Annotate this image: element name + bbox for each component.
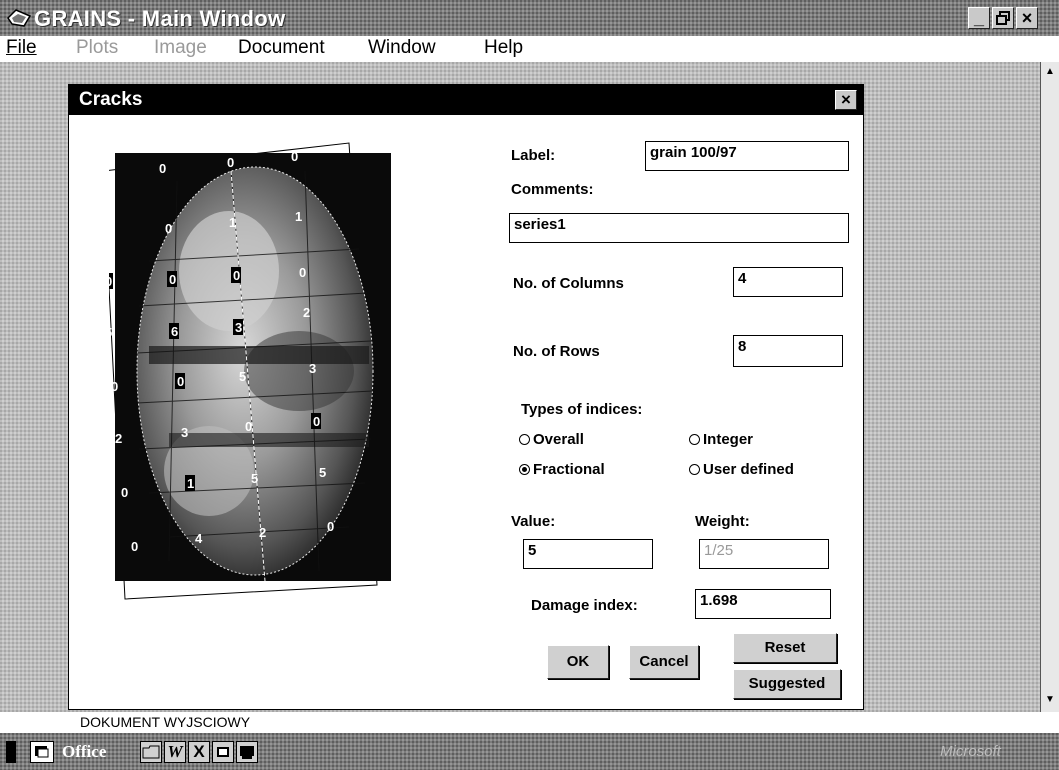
grid-label: 2 xyxy=(303,305,310,320)
scroll-down-icon[interactable]: ▼ xyxy=(1042,692,1058,708)
grid-label: 1 xyxy=(295,209,302,224)
main-title-bar[interactable]: GRAINS - Main Window _ × xyxy=(0,0,1059,36)
damage-caption: Damage index: xyxy=(531,597,638,614)
status-bar: DOKUMENT WYJSCIOWY xyxy=(0,712,1059,732)
grid-label: 5 xyxy=(319,465,326,480)
close-icon[interactable]: × xyxy=(1016,7,1038,29)
menu-help[interactable]: Help xyxy=(484,37,523,59)
status-text: DOKUMENT WYJSCIOWY xyxy=(80,714,251,730)
app-icon[interactable] xyxy=(6,8,32,28)
grid-label: 5 xyxy=(251,471,258,486)
grid-label: 0 xyxy=(291,149,298,164)
dialog-title-bar[interactable]: Cracks × xyxy=(69,85,863,115)
cracks-dialog: Cracks × 0 0 0 0 1 1 0 0 0 6 3 2 0 0 5 3… xyxy=(68,84,864,710)
grid-label: 3 xyxy=(181,425,188,440)
excel-icon[interactable]: X xyxy=(188,741,210,763)
microsoft-logo: Microsoft xyxy=(940,743,1001,760)
weight-caption: Weight: xyxy=(695,513,750,530)
minimize-icon[interactable]: _ xyxy=(968,7,990,29)
grid-label: 0 xyxy=(177,374,184,389)
grid-label: 0 xyxy=(165,221,172,236)
radio-overall[interactable]: Overall xyxy=(519,431,584,448)
comments-caption: Comments: xyxy=(511,181,594,198)
grain-image[interactable]: 0 0 0 0 0 0 1 1 0 0 0 0 5 6 3 2 0 0 5 xyxy=(109,141,409,601)
menu-window[interactable]: Window xyxy=(368,37,436,59)
suggested-button[interactable]: Suggested xyxy=(733,669,841,699)
menu-document[interactable]: Document xyxy=(238,37,325,59)
menu-file-label: File xyxy=(6,37,37,58)
columns-caption: No. of Columns xyxy=(513,275,624,292)
grid-label: 5 xyxy=(109,325,112,340)
comments-input[interactable]: series1 xyxy=(509,213,849,243)
grid-label: 3 xyxy=(309,361,316,376)
menu-bar: File Plots Image Document Window Help xyxy=(0,36,1059,62)
damage-index-field: 1.698 xyxy=(695,589,831,619)
grid-label: 5 xyxy=(239,369,246,384)
radio-fractional-icon xyxy=(519,464,530,475)
grid-label: 4 xyxy=(195,531,203,546)
taskbar-handle[interactable] xyxy=(6,741,16,763)
columns-input[interactable]: 4 xyxy=(733,267,843,297)
label-caption: Label: xyxy=(511,147,556,164)
grid-label: 3 xyxy=(235,320,242,335)
office-taskbar: Office W X Microsoft xyxy=(0,733,1059,770)
radio-integer[interactable]: Integer xyxy=(689,431,753,448)
indices-caption: Types of indices: xyxy=(521,401,643,418)
menu-image[interactable]: Image xyxy=(154,37,207,59)
restore-icon[interactable] xyxy=(992,7,1014,29)
grid-label: 0 xyxy=(111,379,118,394)
reset-button[interactable]: Reset xyxy=(733,633,837,663)
cancel-button[interactable]: Cancel xyxy=(629,645,699,679)
vertical-scrollbar[interactable]: ▲ ▼ xyxy=(1040,62,1059,712)
grid-label: 0 xyxy=(131,539,138,554)
scroll-up-icon[interactable]: ▲ xyxy=(1042,64,1058,80)
grid-label: 0 xyxy=(327,519,334,534)
grid-label: 0 xyxy=(233,268,240,283)
grid-label: 2 xyxy=(259,525,266,540)
grid-label: 1 xyxy=(229,215,236,230)
radio-user-defined[interactable]: User defined xyxy=(689,461,794,478)
radio-integer-label: Integer xyxy=(703,431,754,448)
radio-overall-icon xyxy=(519,434,530,445)
word-icon[interactable]: W xyxy=(164,741,186,763)
radio-overall-label: Overall xyxy=(533,431,584,448)
rows-caption: No. of Rows xyxy=(513,343,600,360)
grid-label: 0 xyxy=(159,161,166,176)
value-caption: Value: xyxy=(511,513,556,530)
folder-icon[interactable] xyxy=(140,741,162,763)
access-icon[interactable] xyxy=(236,741,258,763)
radio-fractional-label: Fractional xyxy=(533,461,605,478)
grid-label: 2 xyxy=(115,431,122,446)
grid-label: 0 xyxy=(109,274,112,289)
radio-user-defined-icon xyxy=(689,464,700,475)
menu-file[interactable]: File xyxy=(6,37,37,59)
grid-label: 1 xyxy=(187,476,194,491)
radio-integer-icon xyxy=(689,434,700,445)
rows-input[interactable]: 8 xyxy=(733,335,843,367)
menu-plots[interactable]: Plots xyxy=(76,37,118,59)
grid-label: 6 xyxy=(171,324,178,339)
grid-label: 0 xyxy=(245,419,252,434)
dialog-close-icon[interactable]: × xyxy=(835,90,857,110)
window-title: GRAINS - Main Window xyxy=(34,6,286,31)
grid-label: 0 xyxy=(313,414,320,429)
grid-label: 0 xyxy=(299,265,306,280)
grid-label: 0 xyxy=(121,485,128,500)
radio-user-defined-label: User defined xyxy=(703,461,794,478)
grid-label: 0 xyxy=(227,155,234,170)
radio-fractional[interactable]: Fractional xyxy=(519,461,605,478)
dialog-title: Cracks xyxy=(79,89,143,110)
powerpoint-icon[interactable] xyxy=(212,741,234,763)
grid-label: 0 xyxy=(169,272,176,287)
office-icon[interactable] xyxy=(30,741,54,763)
label-input[interactable]: grain 100/97 xyxy=(645,141,849,171)
weight-input: 1/25 xyxy=(699,539,829,569)
value-input[interactable]: 5 xyxy=(523,539,653,569)
ok-button[interactable]: OK xyxy=(547,645,609,679)
office-label[interactable]: Office xyxy=(62,741,106,763)
